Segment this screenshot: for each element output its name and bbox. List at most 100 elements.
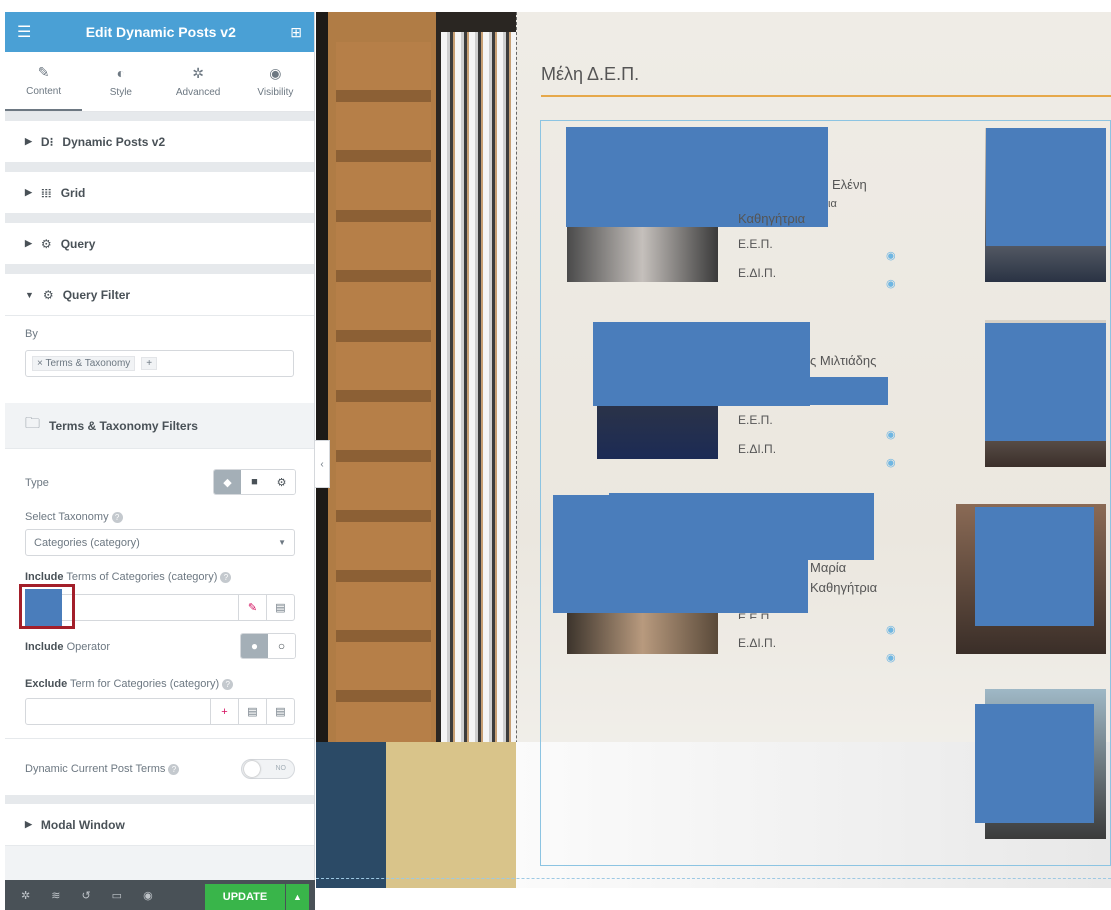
by-select[interactable]: × Terms & Taxonomy + — [25, 350, 294, 377]
view-icon[interactable]: ◉ — [886, 428, 896, 441]
member-photo — [567, 226, 718, 282]
radio-filled-icon[interactable]: ● — [241, 634, 268, 658]
history-icon[interactable]: ↺ — [81, 889, 90, 902]
page-preview: Μέλη Δ.Ε.Π. Ελένη ια Καθηγήτρια Ε.Ε.Π. Ε… — [316, 12, 1111, 888]
redacted-block — [985, 323, 1106, 441]
collapse-panel-handle[interactable]: ‹ — [314, 440, 330, 488]
help-icon[interactable]: ? — [220, 571, 232, 583]
tab-bar: ✎ Content ◐ Style ✲ Advanced ◉ Visibility — [5, 52, 314, 112]
redacted-block — [986, 128, 1106, 246]
include-terms-label: Include Terms of Categories (category) ? — [25, 571, 232, 583]
cogs-icon[interactable]: ⚙ — [268, 470, 295, 494]
redacted-block — [975, 704, 1094, 823]
grid-apps-icon[interactable]: ⊞ — [290, 24, 302, 41]
view-icon[interactable]: ◉ — [886, 249, 896, 262]
operator-switch: ● ○ — [240, 633, 296, 659]
redacted-block — [975, 507, 1094, 626]
redacted-block — [810, 377, 888, 405]
caret-right-icon: ▶ — [25, 187, 32, 197]
select-taxonomy-label: Select Taxonomy ? — [25, 511, 123, 523]
editor-panel: ☰ Edit Dynamic Posts v2 ⊞ ✎ Content ◐ Styl… — [5, 12, 315, 910]
section-dynamic-posts[interactable]: ▶ D⁝ Dynamic Posts v2 — [5, 121, 314, 163]
preview-eye-icon[interactable]: ◉ — [143, 889, 153, 902]
view-icon[interactable]: ◉ — [886, 277, 896, 290]
gear-icon: ✲ — [192, 64, 204, 81]
member-name: Ελένη — [832, 177, 867, 192]
list-icon[interactable]: ▤ — [238, 698, 266, 725]
subsection-terms-filters[interactable]: 🗀 Terms & Taxonomy Filters — [5, 403, 314, 449]
toggle-knob — [244, 761, 260, 777]
dropdown-caret-icon: ▼ — [278, 538, 286, 547]
dynamic-current-toggle[interactable]: NO — [241, 759, 295, 779]
view-icon[interactable]: ◉ — [886, 623, 896, 636]
member-field-2: Ε.ΔΙ.Π. — [738, 636, 777, 650]
by-label: By — [25, 328, 38, 340]
update-button[interactable]: UPDATE — [205, 884, 285, 910]
caret-right-icon: ▶ — [25, 819, 32, 829]
tab-content[interactable]: ✎ Content — [5, 52, 83, 111]
member-role: ια — [828, 198, 837, 210]
heading-underline — [541, 95, 1111, 97]
help-icon[interactable]: ? — [168, 763, 180, 775]
member-field-2: Ε.ΔΙ.Π. — [738, 266, 777, 280]
type-label: Type — [25, 477, 49, 489]
member-rank: Καθηγήτρια — [810, 580, 878, 595]
hamburger-icon[interactable]: ☰ — [17, 22, 31, 42]
type-switcher: ◆ ■ ⚙ — [213, 469, 296, 495]
grid-icon: 𝍖 — [40, 185, 52, 200]
member-field-1: Ε.Ε.Π. — [738, 237, 773, 251]
section-heading: Μέλη Δ.Ε.Π. — [541, 64, 640, 84]
caret-down-icon: ▼ — [25, 289, 34, 300]
section-modal-window[interactable]: ▶ Modal Window — [5, 804, 314, 846]
panel-footer: ✲ ≋ ↺ ▭ ◉ UPDATE ▲ — [5, 880, 315, 910]
settings-icon[interactable]: ✲ — [21, 889, 30, 902]
filter-icon: ⚙ — [42, 287, 54, 302]
caret-right-icon: ▶ — [25, 238, 32, 248]
eye-icon: ◉ — [269, 64, 282, 81]
tab-style[interactable]: ◐ Style — [82, 52, 159, 111]
tag-icon[interactable]: ◆ — [214, 470, 241, 494]
member-name: Μαρία — [810, 560, 847, 575]
contrast-icon: ◐ — [116, 64, 126, 81]
include-operator-label: Include Operator — [25, 641, 110, 653]
tab-visibility[interactable]: ◉ Visibility — [237, 52, 314, 111]
help-icon[interactable]: ? — [111, 511, 123, 523]
section-grid[interactable]: ▶ 𝍖 Grid — [5, 172, 314, 214]
tab-advanced[interactable]: ✲ Advanced — [160, 52, 237, 111]
member-photo — [567, 612, 718, 654]
redacted-block — [593, 322, 810, 406]
terms-taxonomy-tag[interactable]: × Terms & Taxonomy — [32, 356, 136, 371]
folder-icon: 🗀 — [25, 415, 41, 432]
redacted-block — [609, 493, 874, 560]
pencil-icon[interactable]: ✎ — [238, 594, 266, 621]
exclude-terms-field[interactable]: + ▤ ▤ — [25, 698, 295, 725]
section-query[interactable]: ▶ ⚙ Query — [5, 223, 314, 265]
update-options-icon[interactable]: ▲ — [286, 884, 309, 910]
taxonomy-select[interactable]: Categories (category) ▼ — [25, 529, 295, 556]
add-tag-icon[interactable]: + — [141, 357, 158, 370]
member-field-1: Ε.Ε.Π. — [738, 611, 773, 619]
member-name: ς Μιλτιάδης — [810, 353, 877, 368]
member-photo — [597, 404, 718, 459]
layers-icon[interactable]: ≋ — [51, 889, 60, 902]
section-query-filter[interactable]: ▼ ⚙ Query Filter — [5, 274, 314, 316]
square-icon[interactable]: ■ — [241, 470, 268, 494]
list-icon[interactable]: ▤ — [266, 698, 294, 725]
member-field-1: Ε.Ε.Π. — [738, 413, 773, 427]
view-icon[interactable]: ◉ — [886, 651, 896, 664]
caret-right-icon: ▶ — [25, 136, 32, 146]
query-gear-icon: ⚙ — [40, 236, 52, 251]
radio-empty-icon[interactable]: ○ — [268, 634, 295, 658]
view-icon[interactable]: ◉ — [886, 456, 896, 469]
pencil-icon: ✎ — [37, 63, 50, 80]
plus-icon[interactable]: + — [210, 698, 238, 725]
help-icon[interactable]: ? — [222, 678, 234, 690]
panel-header: ☰ Edit Dynamic Posts v2 ⊞ — [5, 12, 314, 52]
member-field-2: Ε.ΔΙ.Π. — [738, 442, 777, 456]
panel-title: Edit Dynamic Posts v2 — [85, 24, 236, 40]
list-icon[interactable]: ▤ — [266, 594, 294, 621]
dynamic-current-label: Dynamic Current Post Terms ? — [25, 763, 180, 775]
exclude-terms-label: Exclude Term for Categories (category) ? — [25, 678, 234, 690]
responsive-icon[interactable]: ▭ — [112, 889, 122, 902]
redacted-block — [25, 589, 62, 626]
